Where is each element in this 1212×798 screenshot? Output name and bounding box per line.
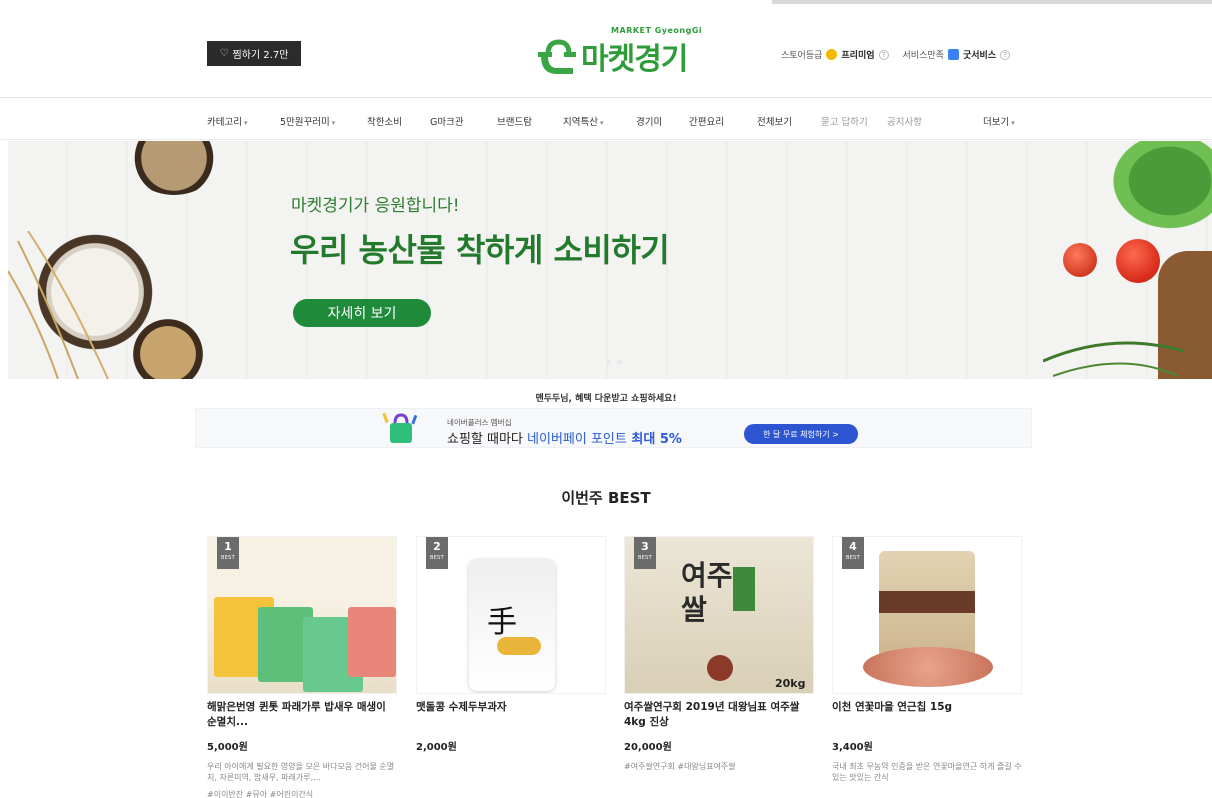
rosemary-image [1043,341,1183,377]
promo-headline: 쇼핑할 때마다 네이버페이 포인트 최대 5% [447,432,682,447]
chevron-down-icon: ▾ [243,119,248,127]
window-bar [772,0,1212,4]
promo-title: 맨두두님, 혜택 다운받고 쇼핑하세요! [535,394,677,404]
tomato-slice-image [1063,243,1097,277]
nav-item-brand[interactable]: 브랜드탐 [497,114,532,128]
nav-item-gyeonggi-rice[interactable]: 경기미 [636,114,662,128]
nav-item-5man-package[interactable]: 5만원꾸러미 ▾ [280,114,335,128]
product-image[interactable]: 手 2 BEST [416,536,606,694]
product-image[interactable]: 1 BEST [207,536,397,694]
grain-bowl-small-image [128,319,208,379]
product-tags: #여주쌀연구회 #대왕님표여주쌀 [624,762,736,771]
nav-item-view-all[interactable]: 전체보기 [757,114,792,128]
nav-item-good-consume[interactable]: 착한소비 [367,114,402,128]
zzim-label: 찜하기 2.7만 [232,50,289,61]
help-icon[interactable]: ? [1000,49,1011,60]
shopping-bag-icon [382,412,418,443]
store-grade: 스토어등급 프리미엄 ? 서비스만족 굿서비스 ? [781,48,1011,61]
tomato-image [1116,239,1160,283]
product-image[interactable]: 여주 쌀 20kg 3 BEST [624,536,814,694]
grade-label-store: 스토어등급 [781,51,823,61]
crown-icon [826,49,838,60]
store-logo[interactable]: MARKET GyeongGi 마켓경기 [533,24,703,84]
product-name[interactable]: 맷돌콩 수제두부과자 [416,700,606,730]
grade-value-store: 프리미엄 [841,51,875,61]
nav-item-regional[interactable]: 지역특산 ▾ [563,114,603,128]
rank-badge: 2 BEST [426,537,448,569]
product-price: 20,000원 [624,742,672,753]
product-name[interactable]: 여주쌀연구회 2019년 대왕님표 여주쌀 4kg 진상 [624,700,814,730]
nav-item-notice[interactable]: 공지사항 [887,114,922,128]
product-tags: #이이반찬 #뮤아 #어린이간식 [207,790,314,798]
banner-subtitle: 마켓경기가 응원합니다! [291,196,460,216]
herb-leaves-image [1098,141,1212,241]
grade-value-service: 굿서비스 [962,51,997,61]
best-section-title: 이번주 BEST [561,489,651,507]
product-card[interactable]: 4 BEST 이천 연꽃마을 연근칩 15g 3,400원 국내 최초 무농약 인… [832,536,1022,783]
banner-detail-button[interactable]: 자세히 보기 [293,299,431,327]
chevron-down-icon: ▾ [1011,119,1015,127]
promo-membership-label: 네이버플러스 멤버십 [447,418,512,427]
rank-badge: 3 BEST [634,537,656,569]
category-nav: 카테고리 ▾ 5만원꾸러미 ▾ 착한소비 G마크관 브랜드탐 지역특산 ▾ 경기미 간… [0,99,1212,140]
product-card[interactable]: 手 2 BEST 맷돌콩 수제두부과자 2,000원 [416,536,606,753]
product-desc: 우리 아이에게 필요한 영양을 모은 바다모음 건어물 순멸치, 자른미역, 밥… [207,762,395,782]
product-price: 5,000원 [207,742,248,753]
chevron-down-icon: ▾ [331,119,336,127]
product-name[interactable]: 이천 연꽃마을 연근칩 15g [832,700,1022,730]
carousel-dots[interactable] [606,359,622,364]
product-card[interactable]: 1 BEST 해맑은번영 퀸톳 파래가루 밥새우 매생이 순멸치... 5,000… [207,536,397,798]
logo-title: 마켓경기 [581,42,688,77]
product-card[interactable]: 여주 쌀 20kg 3 BEST 여주쌀연구회 2019년 대왕님표 여주쌀 4kg… [624,536,814,772]
rank-badge: 1 BEST [217,537,239,569]
naver-plus-promo[interactable]: 네이버플러스 멤버십 쇼핑할 때마다 네이버페이 포인트 최대 5% 한 달 무… [195,408,1032,448]
nav-item-gmark[interactable]: G마크관 [430,114,464,128]
product-image[interactable]: 4 BEST [832,536,1022,694]
free-trial-button[interactable]: 한 달 무료 체험하기 > [744,424,858,444]
shopping-bag-logo-icon [538,39,576,74]
nav-item-easy-cook[interactable]: 간편요리 [689,114,724,128]
zzim-button[interactable]: ♡ 찜하기 2.7만 [207,41,301,66]
product-name[interactable]: 해맑은번영 퀸톳 파래가루 밥새우 매생이 순멸치... [207,700,397,730]
product-price: 3,400원 [832,742,873,753]
hero-banner[interactable]: 마켓경기가 응원합니다! 우리 농산물 착하게 소비하기 자세히 보기 [8,141,1212,379]
wheat-stalks-image [8,231,109,379]
grade-label-service: 서비스만족 [902,51,944,61]
heart-icon: ♡ [219,48,229,59]
product-desc: 국내 최초 무농약 인증을 받은 연꽃마을연근 하게 즐길 수 있는 맛있는 간… [832,762,1022,782]
chevron-down-icon: ▾ [599,119,604,127]
rank-badge: 4 BEST [842,537,864,569]
help-icon[interactable]: ? [878,49,889,60]
grain-bowl-image [128,141,220,195]
nav-item-category[interactable]: 카테고리 ▾ [207,114,247,128]
nav-item-more[interactable]: 더보기 ▾ [983,114,1015,128]
store-header: ♡ 찜하기 2.7만 MARKET GyeongGi 마켓경기 스토어등급 프리… [0,6,1212,98]
thumbs-up-icon [947,49,959,60]
product-price: 2,000원 [416,742,457,753]
banner-title: 우리 농산물 착하게 소비하기 [290,231,670,269]
nav-item-qna[interactable]: 묻고 답하기 [821,114,868,128]
